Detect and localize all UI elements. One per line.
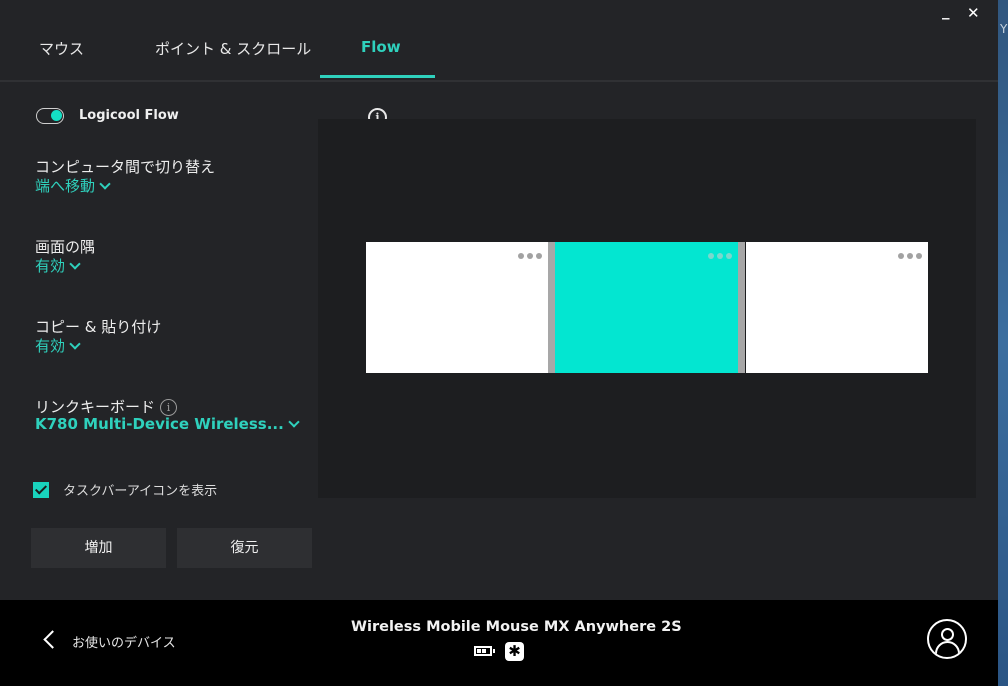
more-options-icon[interactable] bbox=[518, 253, 542, 259]
computer-screen-1[interactable] bbox=[366, 242, 548, 373]
link-keyboard-value: K780 Multi-Device Wireless... bbox=[35, 415, 284, 433]
chevron-down-icon bbox=[288, 416, 300, 428]
show-taskbar-icon-label[interactable]: タスクバーアイコンを表示 bbox=[63, 480, 217, 499]
device-name: Wireless Mobile Mouse MX Anywhere 2S bbox=[351, 619, 682, 635]
tab-point-scroll[interactable]: ポイント & スクロール bbox=[155, 38, 311, 59]
account-icon[interactable] bbox=[927, 619, 967, 659]
screen-corner-value: 有効 bbox=[35, 257, 66, 275]
switch-computers-dropdown[interactable]: 端へ移動 bbox=[35, 175, 111, 196]
copy-paste-value: 有効 bbox=[35, 337, 66, 355]
toggle-knob bbox=[51, 110, 62, 121]
switch-computers-title: コンピュータ間で切り替え bbox=[35, 158, 216, 176]
chevron-left-icon[interactable] bbox=[43, 630, 62, 649]
computer-screen-2-active[interactable] bbox=[555, 242, 738, 373]
logitech-options-window: _ ✕ マウス ポイント & スクロール Flow Logicool Flow … bbox=[0, 0, 998, 686]
screen-corner-title: 画面の隅 bbox=[35, 238, 96, 256]
tab-mouse[interactable]: マウス bbox=[39, 38, 84, 59]
screen-divider bbox=[548, 242, 555, 373]
chevron-down-icon bbox=[99, 178, 111, 190]
desktop-background bbox=[998, 0, 1008, 686]
desktop-edge-text: Y bbox=[1000, 22, 1008, 36]
info-icon[interactable]: i bbox=[160, 399, 178, 416]
more-options-icon[interactable] bbox=[708, 253, 732, 259]
add-button[interactable]: 増加 bbox=[31, 528, 166, 568]
tab-flow[interactable]: Flow bbox=[361, 38, 401, 56]
more-options-icon[interactable] bbox=[898, 253, 922, 259]
switch-computers-value: 端へ移動 bbox=[35, 177, 96, 195]
computer-screen-3[interactable] bbox=[746, 242, 928, 373]
screen-divider bbox=[738, 242, 745, 373]
unifying-receiver-icon: ✱ bbox=[505, 642, 524, 661]
screen-corner-dropdown[interactable]: 有効 bbox=[35, 255, 81, 276]
restore-button[interactable]: 復元 bbox=[177, 528, 312, 568]
chevron-down-icon bbox=[69, 338, 81, 350]
chevron-down-icon bbox=[69, 258, 81, 270]
battery-icon bbox=[474, 646, 495, 656]
link-keyboard-title: リンクキーボード i bbox=[35, 396, 178, 417]
logicool-flow-toggle[interactable] bbox=[36, 108, 64, 124]
logicool-flow-label: Logicool Flow bbox=[79, 108, 179, 123]
show-taskbar-icon-checkbox[interactable] bbox=[33, 482, 49, 498]
link-keyboard-label: リンクキーボード bbox=[35, 398, 156, 416]
copy-paste-title: コピー & 貼り付け bbox=[35, 318, 162, 336]
footer-bar: お使いのデバイス Wireless Mobile Mouse MX Anywhe… bbox=[0, 600, 998, 686]
active-tab-indicator bbox=[320, 75, 435, 78]
tab-bar: マウス ポイント & スクロール Flow bbox=[0, 0, 998, 82]
your-devices-link[interactable]: お使いのデバイス bbox=[72, 632, 176, 651]
link-keyboard-dropdown[interactable]: K780 Multi-Device Wireless... bbox=[35, 415, 300, 433]
copy-paste-dropdown[interactable]: 有効 bbox=[35, 335, 81, 356]
